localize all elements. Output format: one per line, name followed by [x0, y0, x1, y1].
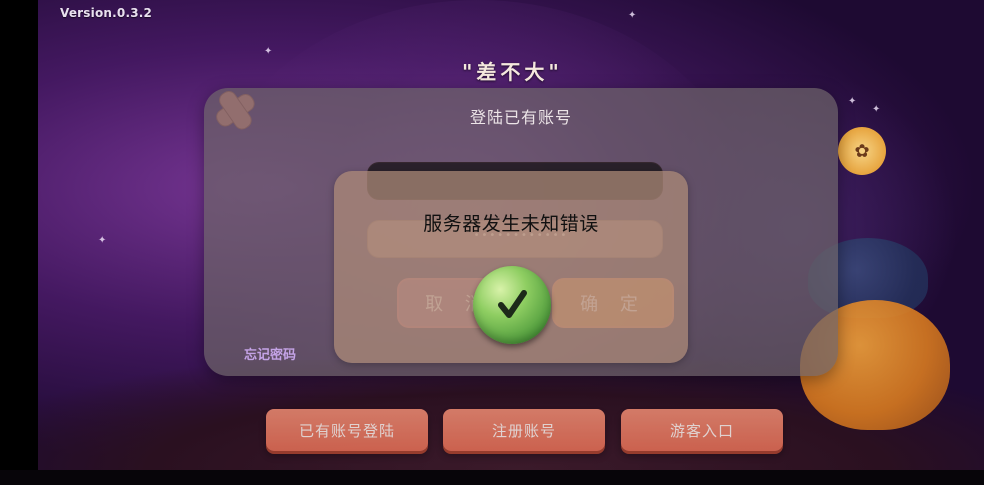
sparkle-icon: ✦	[848, 96, 857, 107]
version-label: Version.0.3.2	[60, 6, 153, 20]
sparkle-icon: ✦	[98, 235, 107, 246]
guest-entry-button[interactable]: 游客入口	[621, 409, 783, 451]
sparkle-icon: ✦	[872, 104, 881, 115]
error-message: 服务器发生未知错误	[423, 213, 599, 235]
register-button[interactable]: 注册账号	[443, 409, 605, 451]
login-dialog-title: 登陆已有账号	[469, 108, 572, 127]
toast-confirm-button[interactable]	[473, 266, 551, 344]
forgot-password-link[interactable]: 忘记密码	[244, 344, 296, 363]
game-logo-text: "差不大"	[462, 60, 563, 84]
sparkle-icon: ✦	[264, 46, 273, 57]
sparkle-icon: ✦	[628, 10, 637, 21]
game-screen: ✦ ✦ ✦ ✦ ✦ Version.0.3.2 "差不大" ✿ 登陆已有账号 •…	[0, 0, 984, 485]
sun-icon: ✿	[838, 127, 886, 175]
system-navigation-bar	[0, 470, 984, 485]
check-icon	[498, 290, 527, 318]
existing-account-login-button[interactable]: 已有账号登陆	[266, 409, 428, 451]
